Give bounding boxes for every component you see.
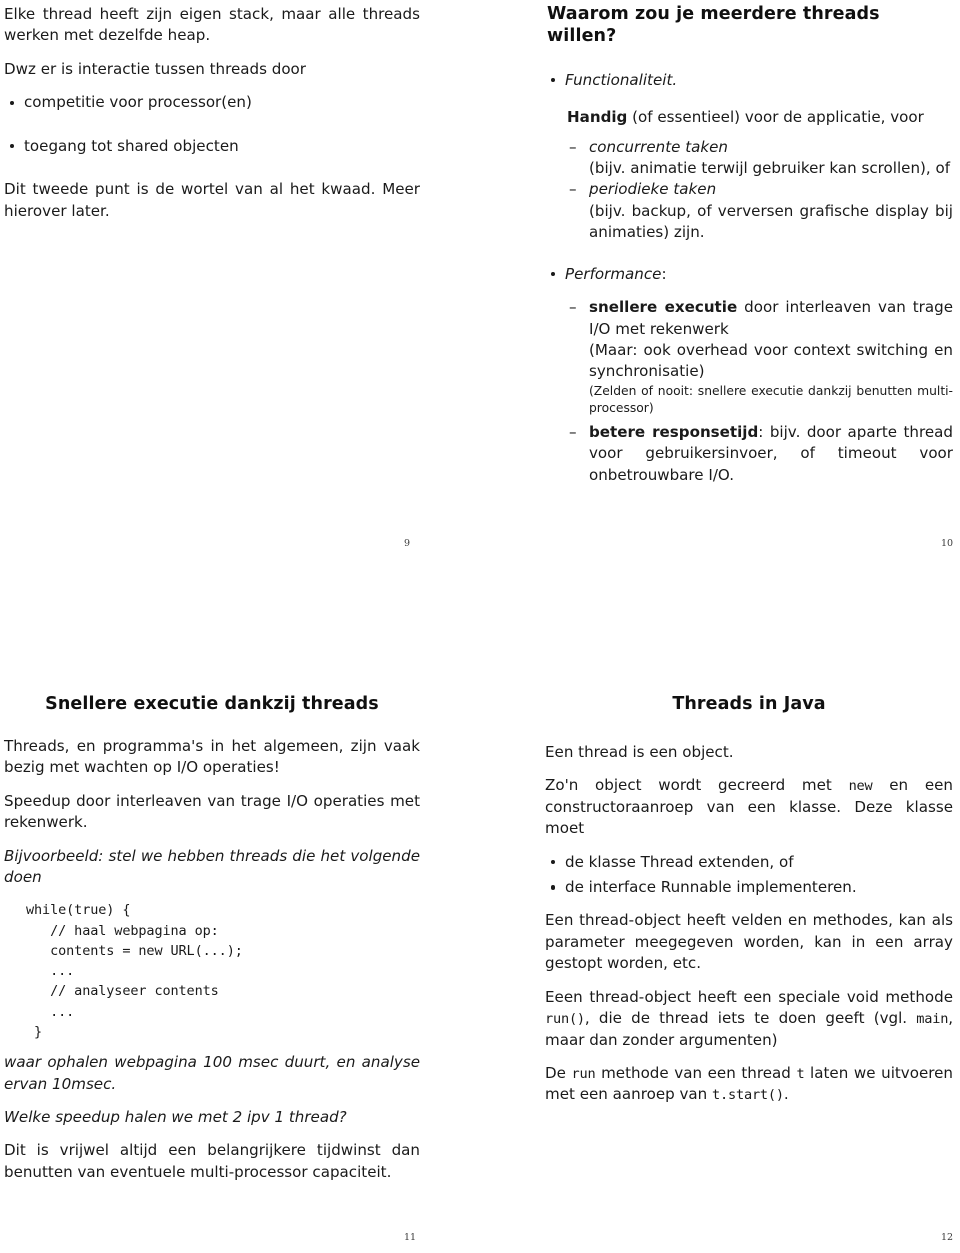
list-item: de klasse Thread extenden, of (545, 852, 953, 873)
slide12-paragraph-2: Zo'n object wordt gecreerd met new en ee… (545, 775, 953, 839)
slide11-paragraph-1: Threads, en programma's in het algemeen,… (4, 736, 420, 777)
p5-part-a: De (545, 1063, 572, 1082)
p4-part-a: Eeen thread-object heeft een speciale vo… (545, 987, 953, 1006)
slide10-performance-block: snellere executie door interleaven van t… (567, 297, 953, 486)
keyword-new: new (848, 778, 873, 795)
snellere-executie-small-note: (Zelden of nooit: snellere executie dank… (589, 383, 953, 416)
list-item: betere responsetijd: bijv. door aparte t… (567, 422, 953, 486)
list-item: Performance: (545, 264, 953, 285)
performance-label: Performance (565, 264, 662, 283)
slide10-dash-list-1: concurrente taken (bijv. animatie terwij… (567, 137, 953, 244)
slide-9: Elke thread heeft zijn eigen stack, maar… (4, 4, 420, 564)
functionaliteit-label: Functionaliteit. (565, 70, 678, 89)
p4-part-b: , die de thread iets te doen geeft (vgl. (584, 1009, 917, 1028)
list-item: de interface Runnable implementeren. (545, 877, 953, 898)
slide9-paragraph-1: Elke thread heeft zijn eigen stack, maar… (4, 5, 420, 45)
slide10-bullet-list-performance: Performance: (545, 264, 953, 285)
concurrente-taken-detail: (bijv. animatie terwijl gebruiker kan sc… (589, 159, 951, 178)
handig-rest: (of essentieel) voor de applicatie, voor (627, 108, 924, 127)
slide12-paragraph-5: De run methode van een thread t laten we… (545, 1063, 953, 1106)
list-item: periodieke taken (bijv. backup, of verve… (567, 179, 953, 243)
method-t-start: t.start() (712, 1087, 784, 1104)
p5-part-d: . (783, 1085, 789, 1104)
page-title: Snellere executie dankzij threads (45, 694, 379, 714)
slide11-paragraph-2: Speedup door interleaven van trage I/O o… (4, 791, 420, 832)
slide12-paragraph-3: Een thread-object heeft velden en method… (545, 911, 953, 973)
slide12-paragraph-1: Een thread is een object. (545, 742, 734, 761)
method-run: run() (545, 1011, 585, 1028)
p5-part-b: methode van een thread (595, 1063, 797, 1082)
handig-line: Handig (of essentieel) voor de applicati… (567, 107, 953, 128)
list-item: snellere executie door interleaven van t… (567, 297, 953, 418)
slide10-dash-list-2: snellere executie door interleaven van t… (567, 297, 953, 486)
method-run-2: run (571, 1065, 596, 1082)
list-item: competitie voor processor(en) (4, 92, 420, 113)
slide11-paragraph-6: Dit is vrijwel altijd een belangrijkere … (4, 1141, 420, 1181)
slide10-handig-block: Handig (of essentieel) voor de applicati… (567, 107, 953, 244)
list-item: concurrente taken (bijv. animatie terwij… (567, 137, 953, 180)
page-number-9: 9 (404, 538, 411, 549)
page-number-12: 12 (941, 1232, 954, 1243)
slide12-bullet-list: de klasse Thread extenden, of de interfa… (545, 852, 953, 899)
periodieke-taken-detail: (bijv. backup, of verversen grafische di… (589, 201, 953, 242)
slide-12: Threads in Java Een thread is een object… (545, 694, 953, 1249)
snellere-executie-paren: (Maar: ook overhead voor context switchi… (589, 340, 953, 381)
slide-11: Snellere executie dankzij threads Thread… (4, 694, 420, 1249)
page-title: Waarom zou je meerdere threads willen? (547, 4, 880, 46)
handig-bold: Handig (567, 108, 628, 127)
concurrente-taken-label: concurrente taken (589, 137, 728, 156)
code-block: while(true) { // haal webpagina op: cont… (26, 902, 243, 1040)
performance-colon: : (661, 264, 667, 283)
page-number-11: 11 (404, 1232, 417, 1243)
slide9-paragraph-2: Dwz er is interactie tussen threads door (4, 59, 307, 78)
method-main: main (916, 1011, 949, 1028)
slide11-paragraph-4: waar ophalen webpagina 100 msec duurt, e… (4, 1053, 420, 1093)
betere-responsetijd-bold: betere responsetijd (589, 422, 759, 441)
handout-page: Elke thread heeft zijn eigen stack, maar… (0, 0, 960, 1253)
slide-10: Waarom zou je meerdere threads willen? F… (545, 4, 953, 564)
list-item: toegang tot shared objecten (4, 136, 420, 157)
periodieke-taken-label: periodieke taken (589, 180, 717, 199)
p2-part-a: Zo'n object wordt gecreerd met (545, 776, 849, 795)
slide9-paragraph-3: Dit tweede punt is de wortel van al het … (4, 180, 420, 220)
slide11-paragraph-5: Welke speedup halen we met 2 ipv 1 threa… (4, 1108, 347, 1126)
page-title: Threads in Java (672, 694, 826, 714)
slide9-bullet-list: competitie voor processor(en) toegang to… (4, 92, 420, 157)
list-item: Functionaliteit. (545, 70, 953, 91)
slide10-bullet-list-functionaliteit: Functionaliteit. (545, 70, 953, 91)
slide12-paragraph-4: Eeen thread-object heeft een speciale vo… (545, 987, 953, 1051)
snellere-executie-bold: snellere executie (589, 298, 738, 317)
slide11-paragraph-3: Bijvoorbeeld: stel we hebben threads die… (4, 846, 420, 886)
page-number-10: 10 (941, 538, 954, 549)
